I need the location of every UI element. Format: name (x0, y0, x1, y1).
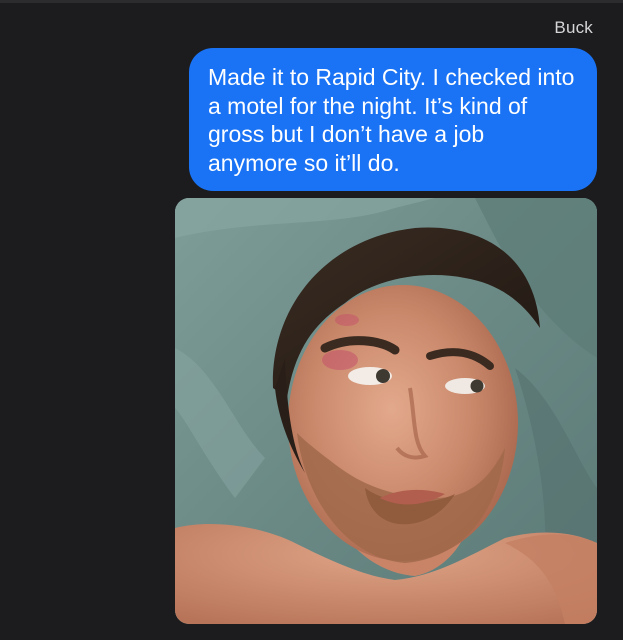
window-top-edge (0, 0, 623, 3)
photo-attachment[interactable] (175, 198, 597, 624)
message-bubble[interactable]: Made it to Rapid City. I checked into a … (189, 48, 597, 191)
sender-name: Buck (554, 18, 593, 37)
selfie-photo (175, 198, 597, 624)
